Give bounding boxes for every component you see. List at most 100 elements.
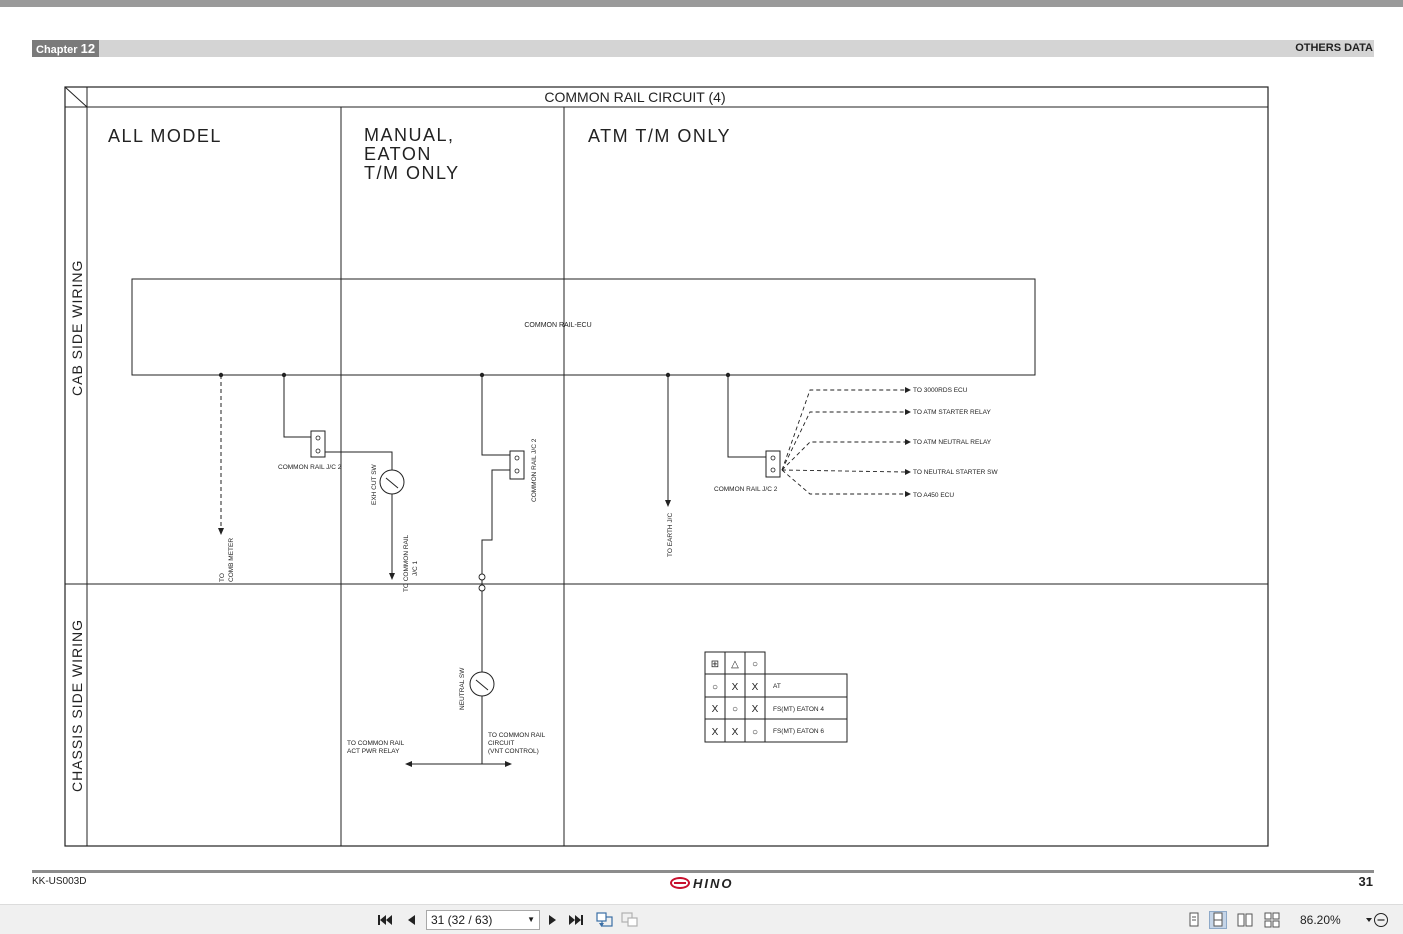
wire-to-neutral-starter [781,469,906,473]
label-act-relay-line2: ACT PWR RELAY [347,748,400,755]
hino-logo: HINO [670,875,734,891]
go-back-view-button[interactable] [596,911,614,929]
first-page-button[interactable] [376,911,394,929]
junction-connectors [310,430,781,480]
document-code: KK-US003D [32,876,87,887]
go-forward-view-button[interactable] [621,911,639,929]
column-manual-line2: EATON [364,144,432,164]
atm-dashed-branches [781,389,906,495]
legend-cell: X [732,727,739,738]
page-number-select[interactable]: 31 (32 / 63) ▼ [426,910,540,930]
legend-cell: X [732,682,739,693]
legend-cell: ○ [732,704,738,715]
legend-header-cell: △ [731,659,739,670]
label-comb-meter-to: TO [219,573,226,582]
wiring-lines [220,375,766,765]
corner-diagonal [64,86,88,108]
label-vnt-line1: TO COMMON RAIL [488,732,546,739]
previous-page-icon [408,915,415,925]
label-vnt-line2: CIRCUIT [488,740,514,747]
chevron-down-icon: ▼ [527,915,535,924]
wire-to-3000 [781,389,905,471]
wire-to-a450 [781,469,905,495]
connector-ring [478,584,486,592]
label-jc2-a: COMMON RAIL J/C 2 [278,464,342,471]
legend-cell: X [752,682,759,693]
hino-wordmark: HINO [693,875,734,891]
wire-to-atm-starter [781,411,905,471]
viewer-toolbar: 31 (32 / 63) ▼ 86.20% [0,904,1403,934]
continuous-facing-icon [1264,912,1280,928]
terminal-dot [725,372,731,378]
zoom-level[interactable]: 86.20% [1300,913,1341,927]
facing-view-button[interactable] [1236,911,1254,929]
label-to-jc1-line1: TO COMMON RAIL [403,534,410,592]
wire-to-atm-neutral [781,441,905,471]
legend-names: AT FS(MT) EATON 4 FS(MT) EATON 6 [773,683,824,735]
jc2-box-c [765,450,781,478]
diagram-title: COMMON RAIL CIRCUIT (4) [544,89,725,105]
connector-ring [478,573,486,581]
column-atm-only: ATM T/M ONLY [588,126,731,146]
label-to-earth: TO EARTH J/C [667,513,674,557]
diagram-frame [64,86,1269,847]
single-page-icon [1189,912,1199,927]
legend-cell: ○ [712,682,718,693]
label-to-atm-starter: TO ATM STARTER RELAY [913,409,991,416]
wire-jc2-b-in [481,375,510,456]
label-to-atm-neutral: TO ATM NEUTRAL RELAY [913,439,992,446]
wire-jc2-b-out [481,469,518,672]
jc2-box-b [509,450,525,480]
wire-jc2-a-in [283,375,311,438]
legend-cells: ⊞ △ ○ ○ X X X ○ X X X ○ [711,659,759,738]
arrow-earth [665,500,671,507]
terminal-dot [479,372,485,378]
exh-cut-switch [379,469,405,495]
jc-pins [315,435,776,474]
component-labels: COMMON RAIL J/C 2 COMMON RAIL J/C 2 COMM… [219,387,998,755]
last-page-button[interactable] [567,911,585,929]
label-comb-meter: COMB METER [228,538,235,582]
terminal-dot [281,372,287,378]
forward-view-icon [621,912,638,927]
neutral-switch [469,671,495,697]
legend-cell: X [712,727,719,738]
zoom-out-icon [1374,913,1388,927]
previous-page-button[interactable] [402,911,420,929]
ecu-label: COMMON RAIL-ECU [524,322,591,329]
facing-pages-icon [1237,913,1253,927]
label-to-jc1-line2: J/C 1 [412,560,419,576]
legend-cell: ○ [752,727,758,738]
legend-name-eaton6: FS(MT) EATON 6 [773,728,824,735]
back-view-icon [596,912,613,927]
label-jc2-c: COMMON RAIL J/C 2 [714,486,778,493]
page-number: 31 [1358,874,1373,889]
legend-name-eaton4: FS(MT) EATON 4 [773,706,824,713]
continuous-view-button[interactable] [1209,911,1227,929]
zoom-out-button[interactable] [1372,911,1390,929]
label-exh-cut-sw: EXH CUT SW [371,463,378,505]
arrow-act-relay [405,761,412,767]
row-label-cab: CAB SIDE WIRING [69,260,85,396]
wire-jc2-c-in [727,375,766,458]
terminal-dot [218,372,224,378]
arrow-vnt [505,761,512,767]
legend-header-cell: ⊞ [711,659,719,670]
column-all-model: ALL MODEL [108,126,222,146]
first-page-icon [378,915,392,925]
single-page-view-button[interactable] [1185,911,1203,929]
wiring-diagram: COMMON RAIL CIRCUIT (4) CAB SIDE WIRING … [64,86,1269,847]
legend-cell: X [752,704,759,715]
label-neutral-sw: NEUTRAL SW [459,667,466,710]
continuous-facing-view-button[interactable] [1263,911,1281,929]
hino-emblem-icon [670,877,690,889]
label-to-a450: TO A450 ECU [913,492,954,499]
next-page-button[interactable] [544,911,562,929]
continuous-page-icon [1213,912,1223,927]
last-page-icon [569,915,583,925]
legend-name-at: AT [773,683,781,690]
label-to-3000rds: TO 3000RDS ECU [913,387,968,394]
column-manual-line3: T/M ONLY [364,163,460,183]
legend-cell: X [712,704,719,715]
label-to-neutral-starter: TO NEUTRAL STARTER SW [913,469,998,476]
